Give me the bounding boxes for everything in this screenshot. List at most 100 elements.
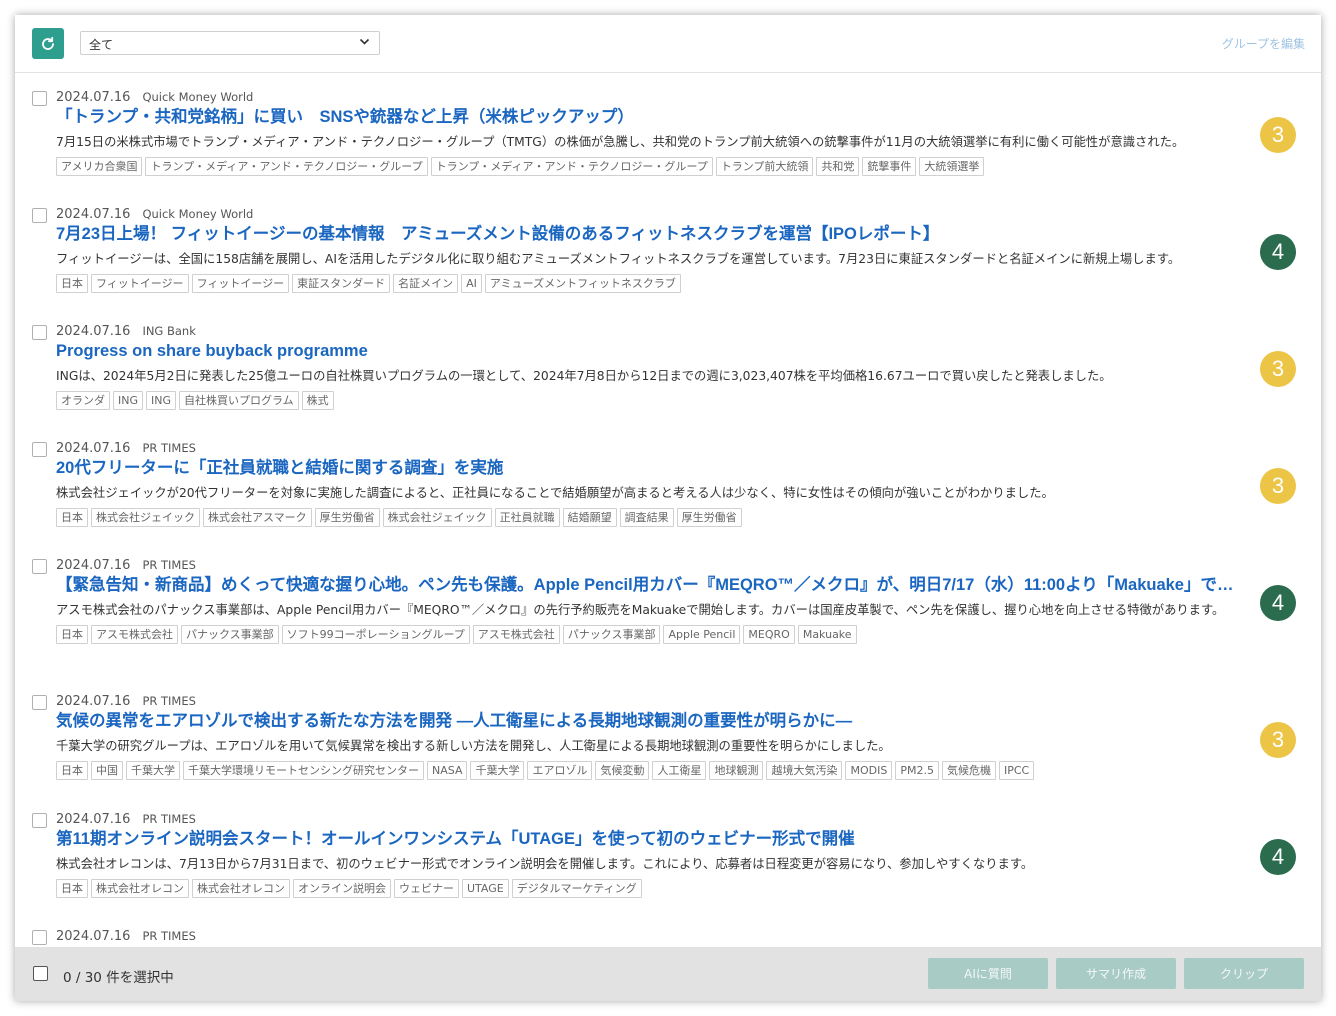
tag-chip[interactable]: Apple Pencil [663, 625, 741, 644]
article-item[interactable]: 2024.07.16 PR TIMES 【緊急告知・新商品】めくって快適な握り心地。… [15, 541, 1321, 677]
tag-chip[interactable]: 株式会社オレコン [91, 879, 189, 898]
tag-chip[interactable]: デジタルマーケティング [511, 879, 642, 898]
edit-group-link[interactable]: グループを編集 [1222, 35, 1305, 52]
tag-chip[interactable]: 気候危機 [941, 761, 996, 780]
tag-chip[interactable]: トランプ・メディア・アンド・テクノロジー・グループ [145, 157, 428, 176]
tag-chip[interactable]: パナックス事業部 [181, 625, 279, 644]
tag-chip[interactable]: AI [461, 274, 482, 293]
tag-chip[interactable]: ソフト99コーポレーショングループ [281, 625, 470, 644]
article-title-link[interactable]: 第11期オンライン説明会スタート！オールインワンシステム「UTAGE」を使って初… [56, 829, 1246, 849]
tag-chip[interactable]: 日本 [56, 274, 88, 293]
tag-chip[interactable]: 日本 [56, 625, 88, 644]
article-item[interactable]: 2024.07.16 PR TIMES 気候の異常をエアロゾルで検出する新たな方法を… [15, 677, 1321, 795]
tag-chip[interactable]: 株式 [301, 391, 334, 410]
article-meta: 2024.07.16 PR TIMES [56, 440, 1261, 457]
article-date: 2024.07.16 [56, 207, 131, 222]
tag-chip[interactable]: 人工衛星 [652, 761, 707, 780]
tag-chip[interactable]: 調査結果 [619, 508, 674, 527]
relevance-score-badge: 4 [1260, 585, 1296, 621]
tag-chip[interactable]: Makuake [797, 625, 857, 644]
tag-chip[interactable]: 気候変動 [595, 761, 650, 780]
tag-chip[interactable]: アスモ株式会社 [91, 625, 178, 644]
article-checkbox[interactable] [32, 813, 47, 828]
article-summary: アスモ株式会社のパナックス事業部は、Apple Pencil用カバー『MEQRO… [56, 603, 1225, 617]
article-item[interactable]: 2024.07.16 ING Bank Progress on share buyb… [15, 307, 1321, 424]
tag-chip[interactable]: 厚生労働省 [314, 508, 380, 527]
selection-bar: 0 / 30 件を選択中 AIに質問 サマリ作成 クリップ [15, 947, 1321, 1001]
tag-chip[interactable]: パナックス事業部 [562, 625, 661, 644]
tag-chip[interactable]: 自社株買いプログラム [179, 391, 299, 410]
article-title-link[interactable]: 20代フリーターに「正社員就職と結婚に関する調査」を実施 [56, 458, 1246, 478]
article-checkbox[interactable] [32, 91, 47, 106]
tag-chip[interactable]: ING [146, 391, 176, 410]
ask-ai-button[interactable]: AIに質問 [928, 958, 1048, 989]
tag-chip[interactable]: フィットイージー [91, 274, 189, 293]
article-title-link[interactable]: 「トランプ・共和党銘柄」に買い SNSや銃器など上昇（米株ピックアップ） [56, 107, 1246, 127]
article-checkbox[interactable] [32, 559, 47, 574]
tag-chip[interactable]: IPCC [998, 761, 1035, 780]
article-title-link[interactable]: 7月23日上場！ フィットイージーの基本情報 アミューズメント設備のあるフィット… [56, 224, 1246, 244]
tag-chip[interactable]: ING [113, 391, 143, 410]
article-title-link[interactable]: 気候の異常をエアロゾルで検出する新たな方法を開発 —人工衛星による長期地球観測の… [56, 711, 1246, 731]
tag-chip[interactable]: 中国 [91, 761, 123, 780]
tag-chip[interactable]: 銃撃事件 [862, 157, 917, 176]
tag-chip[interactable]: NASA [427, 761, 468, 780]
tag-chip[interactable]: トランプ前大統領 [715, 157, 814, 176]
article-checkbox[interactable] [32, 442, 47, 457]
tag-chip[interactable]: 地球観測 [709, 761, 764, 780]
tag-chip[interactable]: 日本 [56, 761, 88, 780]
article-title-link[interactable]: 【緊急告知・新商品】めくって快適な握り心地。ペン先も保護。Apple Penci… [56, 575, 1246, 595]
toolbar: 全て グループを編集 [15, 15, 1321, 73]
tag-chip[interactable]: 千葉大学環境リモートセンシング研究センター [183, 761, 424, 780]
tag-chip[interactable]: 共和党 [816, 157, 860, 176]
tag-chip[interactable]: 結婚願望 [562, 508, 617, 527]
tag-chip[interactable]: 株式会社ジェイック [91, 508, 200, 527]
tag-chip[interactable]: オンライン説明会 [293, 879, 391, 898]
tag-chip[interactable]: 株式会社ジェイック [382, 508, 492, 527]
article-item[interactable]: 2024.07.16 Quick Money World 「トランプ・共和党銘柄」に… [15, 73, 1321, 190]
tag-chip[interactable]: フィットイージー [191, 274, 290, 293]
tag-chip[interactable]: PM2.5 [895, 761, 939, 780]
group-select[interactable]: 全て [80, 31, 380, 55]
tag-chip[interactable]: 日本 [56, 879, 88, 898]
article-summary: 7月15日の米株式市場でトランプ・メディア・アンド・テクノロジー・グループ（TM… [56, 135, 1185, 149]
tag-chip[interactable]: 株式会社オレコン [192, 879, 290, 898]
article-item[interactable]: 2024.07.16 Quick Money World 7月23日上場！ フィット… [15, 190, 1321, 307]
tag-chip[interactable]: 株式会社アスマーク [203, 508, 312, 527]
tag-chip[interactable]: 名証メイン [393, 274, 459, 293]
select-all-checkbox[interactable] [33, 966, 48, 981]
article-tags: 日本 フィットイージー フィットイージー 東証スタンダード 名証メイン AI アミューズメン… [56, 274, 1261, 293]
article-title-link[interactable]: Progress on share buyback programme [56, 341, 1246, 361]
article-item[interactable]: 2024.07.16 PR TIMES 第11期オンライン説明会スタート！オールイン… [15, 795, 1321, 912]
tag-chip[interactable]: 日本 [56, 508, 88, 527]
tag-chip[interactable]: MODIS [845, 761, 893, 780]
article-checkbox[interactable] [32, 325, 47, 340]
tag-chip[interactable]: 東証スタンダード [292, 274, 391, 293]
article-checkbox[interactable] [32, 208, 47, 223]
tag-chip[interactable]: オランダ [56, 391, 110, 410]
article-item[interactable]: 2024.07.16 PR TIMES [15, 912, 1321, 947]
article-checkbox[interactable] [32, 695, 47, 710]
article-list: 2024.07.16 Quick Money World 「トランプ・共和党銘柄」に… [15, 73, 1321, 947]
tag-chip[interactable]: アメリカ合衆国 [56, 157, 143, 176]
tag-chip[interactable]: トランプ・メディア・アンド・テクノロジー・グループ [430, 157, 713, 176]
create-summary-button[interactable]: サマリ作成 [1056, 958, 1176, 989]
tag-chip[interactable]: UTAGE [462, 879, 509, 898]
tag-chip[interactable]: アスモ株式会社 [472, 625, 560, 644]
tag-chip[interactable]: 千葉大学 [470, 761, 525, 780]
tag-chip[interactable]: アミューズメントフィットネスクラブ [484, 274, 681, 293]
tag-chip[interactable]: 千葉大学 [126, 761, 180, 780]
relevance-score-badge: 3 [1260, 117, 1296, 153]
tag-chip[interactable]: エアロゾル [527, 761, 593, 780]
article-item[interactable]: 2024.07.16 PR TIMES 20代フリーターに「正社員就職と結婚に関する… [15, 424, 1321, 541]
article-checkbox[interactable] [32, 930, 47, 945]
tag-chip[interactable]: ウェビナー [394, 879, 459, 898]
tag-chip[interactable]: 越境大気汚染 [766, 761, 843, 780]
tag-chip[interactable]: MEQRO [743, 625, 795, 644]
clip-button[interactable]: クリップ [1184, 958, 1304, 989]
refresh-button[interactable] [32, 28, 64, 59]
tag-chip[interactable]: 大統領選挙 [919, 157, 985, 176]
article-tags: 日本 株式会社ジェイック 株式会社アスマーク 厚生労働省 株式会社ジェイック 正社員就職結… [56, 508, 1261, 527]
tag-chip[interactable]: 厚生労働省 [676, 508, 742, 527]
tag-chip[interactable]: 正社員就職 [494, 508, 560, 527]
